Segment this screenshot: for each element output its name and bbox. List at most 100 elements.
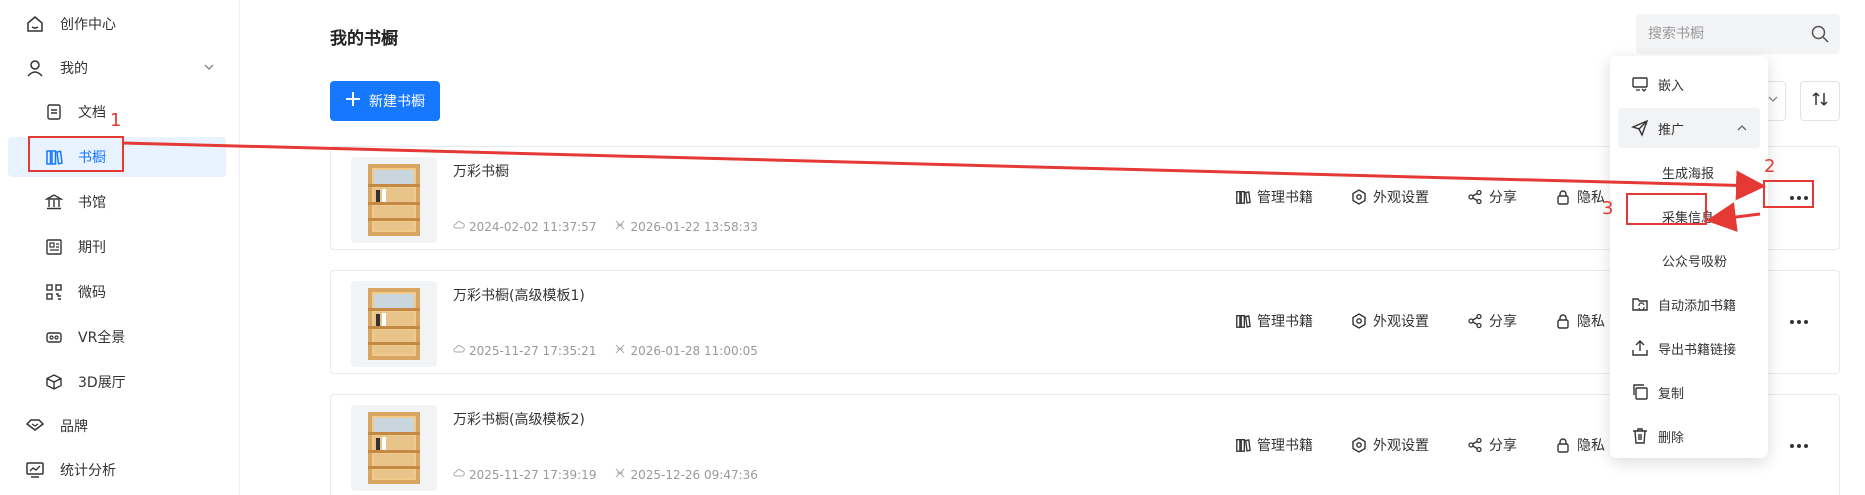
expire-time: 2025-12-26 09:47:36: [630, 467, 758, 482]
journal-icon: [43, 236, 65, 258]
card-actions: 管理书籍 外观设置 分享 隐私: [1235, 435, 1643, 455]
card-actions: 管理书籍 外观设置 分享 隐私: [1235, 311, 1643, 331]
search-box[interactable]: [1636, 14, 1840, 54]
sidebar-item-creation-center[interactable]: 创作中心: [8, 4, 226, 44]
annotation-number-2: 2: [1764, 156, 1776, 177]
sidebar-item-label: VR全景: [78, 330, 126, 346]
settings-icon: [1352, 189, 1366, 205]
sidebar-item-label: 我的: [60, 61, 88, 77]
cube-icon: [43, 371, 65, 393]
cloud-icon: [453, 343, 465, 358]
expire-icon: [614, 343, 626, 358]
privacy-action[interactable]: 隐私: [1555, 435, 1605, 455]
share-icon: [1468, 437, 1482, 453]
lock-icon: [1557, 438, 1569, 453]
expire-time: 2026-01-28 11:00:05: [630, 343, 758, 358]
embed-icon: [1630, 74, 1650, 94]
menu-item-copy[interactable]: 复制: [1618, 372, 1760, 412]
sort-icon: [1810, 89, 1830, 113]
brand-icon: [24, 415, 46, 437]
annotation-box-2: [1763, 180, 1814, 208]
privacy-action[interactable]: 隐私: [1555, 187, 1605, 207]
lock-icon: [1557, 190, 1569, 205]
chevron-down-icon: [1767, 93, 1779, 109]
bookshelf-meta: 2025-11-27 17:39:19 2025-12-26 09:47:36: [453, 467, 758, 482]
copy-icon: [1630, 382, 1650, 402]
bookshelf-icon: [1236, 315, 1251, 328]
new-bookshelf-label: 新建书橱: [369, 94, 425, 110]
user-icon: [24, 57, 46, 79]
sidebar-item-label: 品牌: [60, 419, 88, 435]
sidebar-item-mine[interactable]: 我的: [8, 48, 226, 88]
sidebar-item-label: 书馆: [78, 195, 106, 211]
trash-icon: [1630, 426, 1650, 446]
sidebar-item-label: 3D展厅: [78, 375, 126, 391]
settings-icon: [1352, 437, 1366, 453]
more-options-button[interactable]: [1779, 433, 1819, 457]
bookshelf-thumbnail: [351, 157, 437, 243]
search-icon[interactable]: [1810, 24, 1830, 48]
sidebar-item-brand[interactable]: 品牌: [8, 406, 226, 446]
bookshelf-name[interactable]: 万彩书橱(高级模板2): [453, 409, 585, 429]
more-options-button[interactable]: [1779, 309, 1819, 333]
sort-order-button[interactable]: [1800, 81, 1840, 121]
share-action[interactable]: 分享: [1467, 435, 1517, 455]
qrcode-icon: [43, 281, 65, 303]
menu-item-wechat-followers[interactable]: 公众号吸粉: [1618, 240, 1760, 280]
manage-books-action[interactable]: 管理书籍: [1235, 435, 1313, 455]
sidebar-item-journal[interactable]: 期刊: [8, 227, 226, 267]
share-icon: [1468, 189, 1482, 205]
expire-time: 2026-01-22 13:58:33: [630, 219, 758, 234]
send-icon: [1630, 118, 1650, 138]
sidebar-item-3d-hall[interactable]: 3D展厅: [8, 362, 226, 402]
sidebar-item-label: 统计分析: [60, 463, 116, 479]
created-time: 2025-11-27 17:35:21: [469, 343, 597, 358]
created-time: 2025-11-27 17:39:19: [469, 467, 597, 482]
sidebar-item-qrcode[interactable]: 微码: [8, 272, 226, 312]
bookshelf-meta: 2024-02-02 11:37:57 2026-01-22 13:58:33: [453, 219, 758, 234]
chevron-up-icon: [1736, 122, 1748, 138]
bookshelf-icon: [1236, 439, 1251, 452]
menu-item-promote[interactable]: 推广: [1618, 108, 1760, 148]
folder-sync-icon: [1630, 294, 1650, 314]
upload-icon: [1630, 338, 1650, 358]
appearance-settings-action[interactable]: 外观设置: [1351, 311, 1429, 331]
page-title: 我的书橱: [330, 29, 398, 49]
search-input[interactable]: [1648, 26, 1798, 42]
sidebar-item-label: 微码: [78, 285, 106, 301]
more-icon: [1789, 313, 1809, 329]
new-bookshelf-button[interactable]: 新建书橱: [330, 81, 440, 121]
card-actions: 管理书籍 外观设置 分享 隐私: [1235, 187, 1643, 207]
share-action[interactable]: 分享: [1467, 311, 1517, 331]
plus-icon: [345, 91, 361, 111]
share-action[interactable]: 分享: [1467, 187, 1517, 207]
sidebar-item-statistics[interactable]: 统计分析: [8, 450, 226, 490]
manage-books-action[interactable]: 管理书籍: [1235, 311, 1313, 331]
chevron-down-icon: [202, 60, 216, 78]
appearance-settings-action[interactable]: 外观设置: [1351, 187, 1429, 207]
manage-books-action[interactable]: 管理书籍: [1235, 187, 1313, 207]
menu-item-delete[interactable]: 删除: [1618, 416, 1760, 456]
expire-icon: [614, 467, 626, 482]
cloud-icon: [453, 467, 465, 482]
sidebar-item-library[interactable]: 书馆: [8, 182, 226, 222]
annotation-number-3: 3: [1602, 198, 1614, 219]
document-icon: [43, 101, 65, 123]
bookshelf-name[interactable]: 万彩书橱(高级模板1): [453, 285, 585, 305]
settings-icon: [1352, 313, 1366, 329]
home-icon: [24, 13, 46, 35]
bookshelf-icon: [1236, 191, 1251, 204]
menu-item-generate-poster[interactable]: 生成海报: [1618, 152, 1760, 192]
sidebar-item-label: 期刊: [78, 240, 106, 256]
sidebar-item-vr[interactable]: VR全景: [8, 317, 226, 357]
menu-item-embed[interactable]: 嵌入: [1618, 64, 1760, 104]
privacy-action[interactable]: 隐私: [1555, 311, 1605, 331]
menu-item-auto-add-books[interactable]: 自动添加书籍: [1618, 284, 1760, 324]
appearance-settings-action[interactable]: 外观设置: [1351, 435, 1429, 455]
more-icon: [1789, 437, 1809, 453]
expire-icon: [614, 219, 626, 234]
sidebar: 创作中心 我的 文档 书橱 书馆 期刊 微码 VR全景 3D展厅 品牌 统计分析: [0, 0, 240, 495]
vr-icon: [43, 326, 65, 348]
menu-item-export-links[interactable]: 导出书籍链接: [1618, 328, 1760, 368]
bookshelf-name[interactable]: 万彩书橱: [453, 161, 509, 181]
